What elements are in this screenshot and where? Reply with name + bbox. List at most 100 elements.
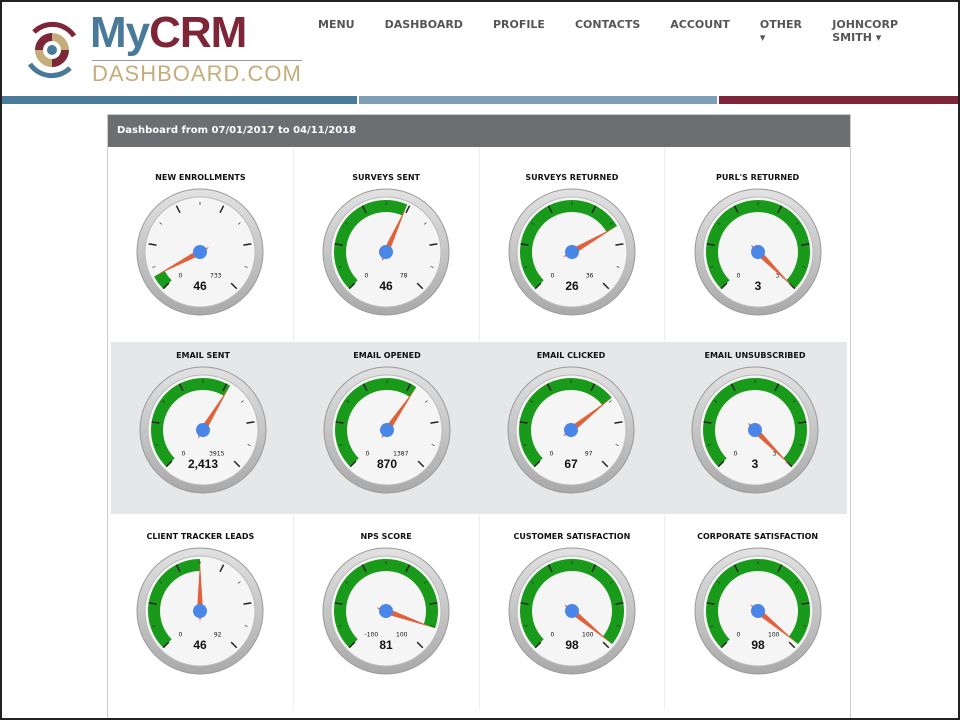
gauge-min-label: 0 — [179, 272, 183, 279]
gauge-card: NEW ENROLLMENTS 0 733 46 — [108, 147, 293, 342]
gauge-hub — [750, 604, 765, 618]
gauge-value: 3 — [752, 457, 759, 471]
nav-account[interactable]: ACCOUNT — [670, 18, 730, 44]
gauge-min-label: 0 — [550, 272, 554, 279]
gauge-value: 67 — [564, 457, 578, 471]
gauge-min-label: 0 — [182, 450, 186, 457]
gauge-card: CLIENT TRACKER LEADS 0 92 46 — [108, 514, 293, 709]
gauge-hub — [750, 245, 765, 259]
gauge-title: SURVEYS SENT — [352, 173, 421, 182]
gauge-title: CLIENT TRACKER LEADS — [146, 532, 255, 541]
gauge-hub — [564, 423, 578, 437]
gauge-title: PURL'S RETURNED — [716, 173, 800, 182]
gauge-hub — [193, 604, 208, 618]
gauge-max-label: 733 — [210, 272, 222, 279]
gauge: 0 92 46 — [136, 547, 264, 675]
gauge-max-label: 36 — [586, 272, 594, 279]
gauge-min-label: 0 — [550, 450, 554, 457]
gauge-hub — [379, 245, 394, 259]
gauge-value: 46 — [194, 638, 208, 652]
gauge-min-label: 0 — [550, 631, 554, 638]
logo-wordmark: MyCRM — [90, 8, 247, 57]
gauge-card: EMAIL OPENED 0 1387 870 — [295, 342, 479, 514]
top-nav: MENU DASHBOARD PROFILE CONTACTS ACCOUNT … — [318, 18, 960, 44]
gauge-hub — [193, 245, 208, 259]
header: MyCRM DASHBOARD.COM MENU DASHBOARD PROFI… — [0, 0, 960, 96]
nav-user-dropdown[interactable]: JOHNCORP SMITH ▾ — [832, 18, 930, 44]
gauge: 0 10098 — [508, 547, 636, 675]
gauge-card: NPS SCORE -100 100 81 — [292, 514, 479, 709]
gauge-min-label: -100 — [365, 631, 379, 638]
logo-target-icon — [27, 21, 77, 79]
gauge-card: SURVEYS RETURNED 0 36 26 — [478, 147, 665, 342]
gauge-title: EMAIL CLICKED — [536, 351, 606, 360]
gauge: 0 33 — [691, 366, 819, 494]
gauge-value: 3 — [754, 279, 761, 293]
nav-other-dropdown[interactable]: OTHER ▾ — [760, 18, 802, 44]
gauge: 0 36 26 — [508, 188, 636, 316]
gauge-title: NEW ENROLLMENTS — [155, 173, 246, 182]
gauge-value: 98 — [751, 638, 765, 652]
panel-title: Dashboard from 07/01/2017 to 04/11/2018 — [108, 115, 850, 147]
gauge-max-label: 97 — [585, 450, 593, 457]
gauge-min-label: 0 — [734, 450, 738, 457]
gauge-value: 98 — [565, 638, 579, 652]
gauge: 0 97 67 — [507, 366, 635, 494]
gauge-max-label: 78 — [400, 272, 408, 279]
nav-dashboard[interactable]: DASHBOARD — [385, 18, 463, 44]
gauge-value: 870 — [377, 457, 397, 471]
gauge-card: CUSTOMER SATISFACTION 0 100 98 — [478, 514, 665, 709]
gauge-row: CLIENT TRACKER LEADS 0 92 46 NPS SCORE -100 10… — [108, 514, 850, 709]
logo[interactable]: MyCRM DASHBOARD.COM — [18, 8, 302, 86]
gauge-row: EMAIL SENT 0 3915 2,413 EMAIL OPENED 0 1387 870… — [111, 342, 847, 514]
gauge-min-label: 0 — [179, 631, 183, 638]
gauge-hub — [748, 423, 762, 437]
gauge-hub — [196, 423, 210, 437]
gauge-title: EMAIL UNSUBSCRIBED — [704, 351, 806, 360]
gauge-value: 2,413 — [188, 457, 218, 471]
gauge-min-label: 0 — [366, 450, 370, 457]
gauge: -100 10081 — [322, 547, 450, 675]
gauge-hub — [564, 604, 579, 618]
logo-subtitle: DASHBOARD.COM — [92, 60, 302, 86]
gauge-hub — [379, 604, 394, 618]
gauge: 0 10098 — [694, 547, 822, 675]
nav-menu[interactable]: MENU — [318, 18, 355, 44]
nav-profile[interactable]: PROFILE — [493, 18, 545, 44]
gauge-hub — [564, 245, 579, 259]
gauge-max-label: 100 — [582, 631, 594, 638]
gauge: 0 73346 — [136, 188, 264, 316]
gauge-title: NPS SCORE — [360, 532, 412, 541]
gauge-card: EMAIL CLICKED 0 97 67 — [479, 342, 663, 514]
gauge-value: 46 — [194, 279, 208, 293]
gauge-min-label: 0 — [736, 272, 740, 279]
stripe-maroon — [719, 96, 960, 104]
gauge: 0 39152,413 — [139, 366, 267, 494]
gauge-card: PURL'S RETURNED 0 3 3 — [664, 147, 850, 342]
dashboard-panel: Dashboard from 07/01/2017 to 04/11/2018 … — [107, 114, 851, 720]
gauge-title: EMAIL OPENED — [353, 351, 421, 360]
nav-contacts[interactable]: CONTACTS — [575, 18, 640, 44]
gauge-card: SURVEYS SENT 0 78 46 — [292, 147, 479, 342]
gauge-min-label: 0 — [365, 272, 369, 279]
gauge-hub — [380, 423, 394, 437]
gauge-title: CORPORATE SATISFACTION — [697, 532, 819, 541]
gauge-max-label: 92 — [214, 631, 222, 638]
gauge-value: 81 — [379, 638, 393, 652]
gauge-card: CORPORATE SATISFACTION 0 100 98 — [664, 514, 850, 709]
gauge-max-label: 100 — [396, 631, 408, 638]
gauge: 0 33 — [694, 188, 822, 316]
gauge-card: EMAIL SENT 0 3915 2,413 — [111, 342, 295, 514]
gauge-min-label: 0 — [736, 631, 740, 638]
stripe-blue — [0, 96, 357, 104]
gauge-value: 46 — [379, 279, 393, 293]
gauge-value: 26 — [565, 279, 579, 293]
gauge-row: NEW ENROLLMENTS 0 733 46 SURVEYS SENT 0 78 46 SU… — [108, 147, 850, 342]
gauge-title: EMAIL SENT — [176, 351, 230, 360]
gauge-title: CUSTOMER SATISFACTION — [513, 532, 631, 541]
gauge: 0 1387870 — [323, 366, 451, 494]
gauge-title: SURVEYS RETURNED — [525, 173, 619, 182]
stripe-light-blue — [359, 96, 717, 104]
gauge-max-label: 100 — [768, 631, 780, 638]
gauge: 0 78 46 — [322, 188, 450, 316]
